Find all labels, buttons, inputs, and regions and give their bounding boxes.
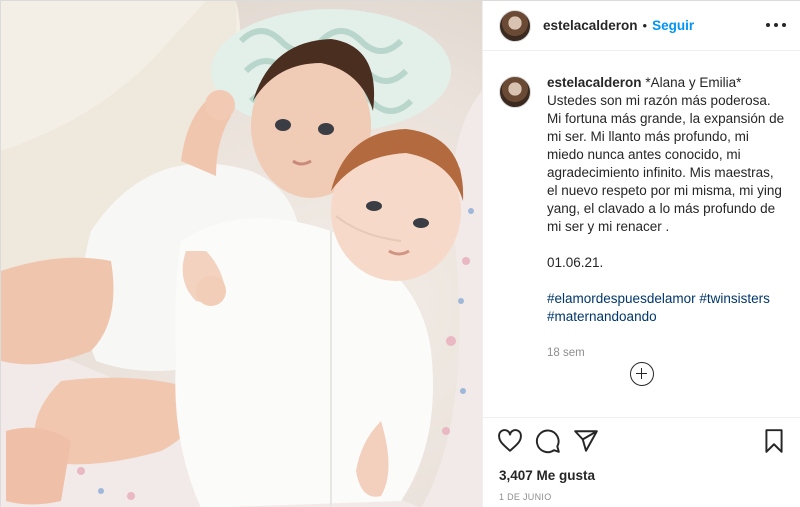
header-username[interactable]: estelacalderon [543,18,638,33]
likes-count[interactable]: 3,407 Me gusta [499,468,595,483]
post-header: estelacalderon • Seguir [483,1,800,51]
more-options-icon[interactable] [766,18,786,32]
bookmark-icon[interactable] [761,428,787,454]
post-actions: 3,407 Me gusta 1 DE JUNIO [483,417,800,507]
twins-photo-illustration [1,1,482,507]
instagram-post: estelacalderon • Seguir estelacalderon *… [0,0,800,507]
action-icons [497,428,789,454]
caption-avatar[interactable] [499,76,531,108]
comments-section: estelacalderon *Alana y Emilia* Ustedes … [483,52,800,417]
hashtags: #elamordespuesdelamor #twinsisters #mate… [547,290,786,326]
caption-body: Ustedes son mi razón más poderosa. Mi fo… [547,93,785,234]
caption: estelacalderon *Alana y Emilia* Ustedes … [499,74,786,362]
plus-circle-icon[interactable] [630,362,654,386]
hashtag-link[interactable]: #maternandoando [547,309,657,324]
comment-icon[interactable] [535,428,561,454]
follow-button[interactable]: Seguir [652,18,694,33]
caption-title: *Alana y Emilia* [645,75,742,90]
post-side-panel: estelacalderon • Seguir estelacalderon *… [482,1,800,507]
share-icon[interactable] [573,428,599,454]
heart-icon[interactable] [497,428,523,454]
profile-avatar[interactable] [499,9,531,42]
caption-text: estelacalderon *Alana y Emilia* Ustedes … [547,74,786,362]
caption-username[interactable]: estelacalderon [547,75,642,90]
post-photo[interactable] [1,1,482,507]
hashtag-link[interactable]: #elamordespuesdelamor [547,291,696,306]
caption-date: 01.06.21. [547,255,604,270]
hashtag-link[interactable]: #twinsisters [699,291,770,306]
caption-age: 18 sem [547,347,585,359]
post-date[interactable]: 1 DE JUNIO [499,492,552,502]
separator-dot: • [642,18,648,33]
